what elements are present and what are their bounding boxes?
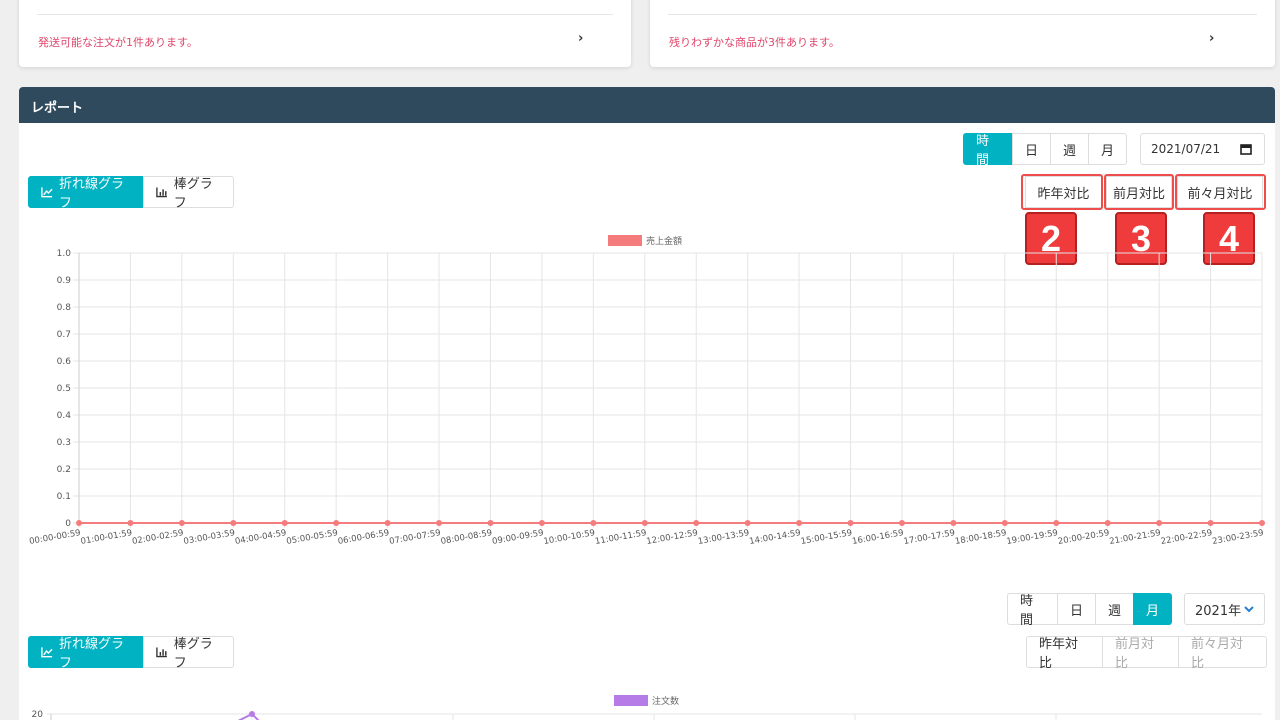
compare-buttons-chart2: 昨年対比 前月対比 前々月対比 <box>1026 636 1267 671</box>
tab-week[interactable]: 週 <box>1095 593 1134 625</box>
year-value: 2021年 <box>1195 603 1242 619</box>
date-field[interactable]: 2021/07/21 <box>1140 133 1265 165</box>
line-graph-label: 折れ線グラフ <box>59 637 125 671</box>
tab-hour[interactable]: 時間 <box>1007 593 1058 628</box>
legend-swatch <box>608 235 642 246</box>
tab-day[interactable]: 日 <box>1057 593 1096 625</box>
line-chart-icon <box>41 646 53 657</box>
compare-two-months-ago-button[interactable]: 前々月対比 <box>1178 636 1267 671</box>
notice-card-stock: 残りわずかな商品が3件あります。 › <box>650 0 1275 67</box>
view-tabs-chart1: 折れ線グラフ 棒グラフ <box>28 176 234 211</box>
legend-label: 注文数 <box>652 697 680 707</box>
compare-last-month-button[interactable]: 前月対比 <box>1102 636 1179 671</box>
chevron-down-icon <box>1244 605 1254 612</box>
compare-last-year-button[interactable]: 昨年対比 <box>1025 176 1102 208</box>
report-header: レポート <box>19 87 1275 123</box>
year-select[interactable]: 2021年 <box>1184 593 1265 625</box>
compare-last-year-button[interactable]: 昨年対比 <box>1026 636 1103 671</box>
low-stock-notice-link[interactable]: 残りわずかな商品が3件あります。 <box>669 34 840 50</box>
divider <box>37 14 613 15</box>
period-tabs-chart2: 時間 日 週 月 <box>1007 593 1172 628</box>
tab-month[interactable]: 月 <box>1088 133 1127 165</box>
annotation-badge-3: 3 <box>1115 212 1167 265</box>
chevron-right-icon[interactable]: › <box>578 31 583 46</box>
line-graph-tab[interactable]: 折れ線グラフ <box>28 176 144 211</box>
line-graph-label: 折れ線グラフ <box>59 177 125 211</box>
bar-graph-label: 棒グラフ <box>173 177 213 211</box>
date-value: 2021/07/21 <box>1151 142 1221 156</box>
calendar-icon[interactable] <box>1240 143 1252 155</box>
bar-graph-tab[interactable]: 棒グラフ <box>143 636 234 671</box>
tab-week[interactable]: 週 <box>1050 133 1089 165</box>
line-graph-tab[interactable]: 折れ線グラフ <box>28 636 144 671</box>
tab-day[interactable]: 日 <box>1012 133 1051 165</box>
compare-two-months-ago-button[interactable]: 前々月対比 <box>1177 176 1263 208</box>
report-title: レポート <box>31 101 84 116</box>
bar-graph-tab[interactable]: 棒グラフ <box>143 176 234 211</box>
notice-card-shipping: 発送可能な注文が1件あります。 › <box>19 0 631 67</box>
bar-chart-icon <box>156 647 167 657</box>
bar-chart-icon <box>156 187 167 197</box>
chart2-legend: 注文数 <box>614 694 679 707</box>
view-tabs-chart2: 折れ線グラフ 棒グラフ <box>28 636 234 671</box>
shipping-notice-link[interactable]: 発送可能な注文が1件あります。 <box>38 34 198 50</box>
line-chart-icon <box>41 186 53 197</box>
annotation-badge-4: 4 <box>1203 212 1255 265</box>
chart1-legend: 売上金額 <box>608 234 682 247</box>
bar-graph-label: 棒グラフ <box>173 637 213 671</box>
report-panel <box>19 123 1275 720</box>
period-tabs-chart1: 時間 日 週 月 <box>963 133 1127 168</box>
tab-month[interactable]: 月 <box>1133 593 1172 625</box>
legend-label: 売上金額 <box>646 237 683 247</box>
compare-last-month-button[interactable]: 前月対比 <box>1106 176 1172 208</box>
tab-hour[interactable]: 時間 <box>963 133 1013 168</box>
chevron-right-icon[interactable]: › <box>1209 31 1214 46</box>
legend-swatch <box>614 695 648 706</box>
annotation-badge-2: 2 <box>1025 212 1077 265</box>
divider <box>668 14 1257 15</box>
